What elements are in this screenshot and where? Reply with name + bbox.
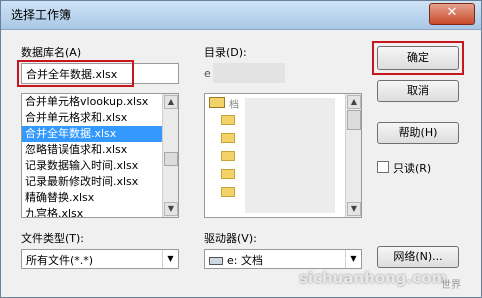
scroll-thumb[interactable] xyxy=(164,152,178,166)
folder-icon xyxy=(221,115,235,125)
scroll-down-icon[interactable]: ▼ xyxy=(347,202,361,216)
drive-icon xyxy=(209,257,223,265)
folder-icon xyxy=(221,133,235,143)
directory-label: 目录(D): xyxy=(204,46,247,59)
db-file-list[interactable]: 合并单元格vlookup.xlsx 合并单元格求和.xlsx 合并全年数据.xlsx… xyxy=(21,93,179,218)
directory-scrollbar[interactable]: ▲ ▼ xyxy=(345,94,361,217)
scroll-thumb[interactable] xyxy=(347,110,361,130)
filetype-select[interactable]: 所有文件(*.*) ▼ xyxy=(21,249,179,269)
drive-label: 驱动器(V): xyxy=(204,232,257,245)
title-bar: 选择工作簿 ✕ xyxy=(1,1,481,30)
highlight-db-name xyxy=(17,60,134,87)
db-list-item[interactable]: 记录最新修改时间.xlsx xyxy=(22,174,178,190)
redacted-folder-names xyxy=(245,98,335,213)
chevron-down-icon[interactable]: ▼ xyxy=(345,250,361,268)
db-list-item[interactable]: 合并单元格vlookup.xlsx xyxy=(22,94,178,110)
redacted-path xyxy=(213,63,285,83)
db-list-item[interactable]: 忽略错误值求和.xlsx xyxy=(22,142,178,158)
folder-icon xyxy=(221,187,235,197)
filetype-value: 所有文件(*.*) xyxy=(26,254,94,267)
help-button[interactable]: 帮助(H) xyxy=(377,122,459,144)
db-list-item[interactable]: 合并全年数据.xlsx xyxy=(22,126,178,142)
scroll-down-icon[interactable]: ▼ xyxy=(164,202,178,216)
watermark-tail: 世界 xyxy=(441,280,461,291)
directory-path: e xyxy=(204,67,211,80)
db-list-item[interactable]: 九宫格.xlsx xyxy=(22,206,178,217)
scroll-up-icon[interactable]: ▲ xyxy=(347,95,361,109)
window-title: 选择工作簿 xyxy=(11,8,72,22)
readonly-label: 只读(R) xyxy=(393,162,432,175)
folder-icon xyxy=(221,151,235,161)
chevron-down-icon[interactable]: ▼ xyxy=(162,250,178,268)
scroll-up-icon[interactable]: ▲ xyxy=(164,95,178,109)
db-list-item[interactable]: 记录数据输入时间.xlsx xyxy=(22,158,178,174)
watermark-text: sichuanhong.com xyxy=(299,269,448,287)
db-list-item[interactable]: 合并单元格求和.xlsx xyxy=(22,110,178,126)
db-list-item[interactable]: 精确替换.xlsx xyxy=(22,190,178,206)
db-file-items: 合并单元格vlookup.xlsx 合并单元格求和.xlsx 合并全年数据.xlsx… xyxy=(22,94,178,217)
network-button[interactable]: 网络(N)... xyxy=(377,246,459,268)
directory-root-label: 档 xyxy=(229,100,239,111)
directory-tree[interactable]: 档 ▲ ▼ xyxy=(204,93,362,218)
db-list-scrollbar[interactable]: ▲ ▼ xyxy=(162,94,178,217)
readonly-checkbox[interactable] xyxy=(377,161,389,173)
db-name-label: 数据库名(A) xyxy=(21,46,82,59)
cancel-button[interactable]: 取消 xyxy=(377,80,459,102)
close-button[interactable]: ✕ xyxy=(429,3,475,25)
filetype-label: 文件类型(T): xyxy=(21,232,85,245)
select-workbook-dialog: 选择工作簿 ✕ 数据库名(A) 合并全年数据.xlsx 合并单元格vlookup… xyxy=(0,0,482,298)
drive-value: e: 文档 xyxy=(227,254,263,267)
ok-button[interactable]: 确定 xyxy=(377,46,459,70)
drive-select[interactable]: e: 文档 ▼ xyxy=(204,249,362,269)
folder-icon xyxy=(221,169,235,179)
open-folder-icon xyxy=(209,97,225,108)
